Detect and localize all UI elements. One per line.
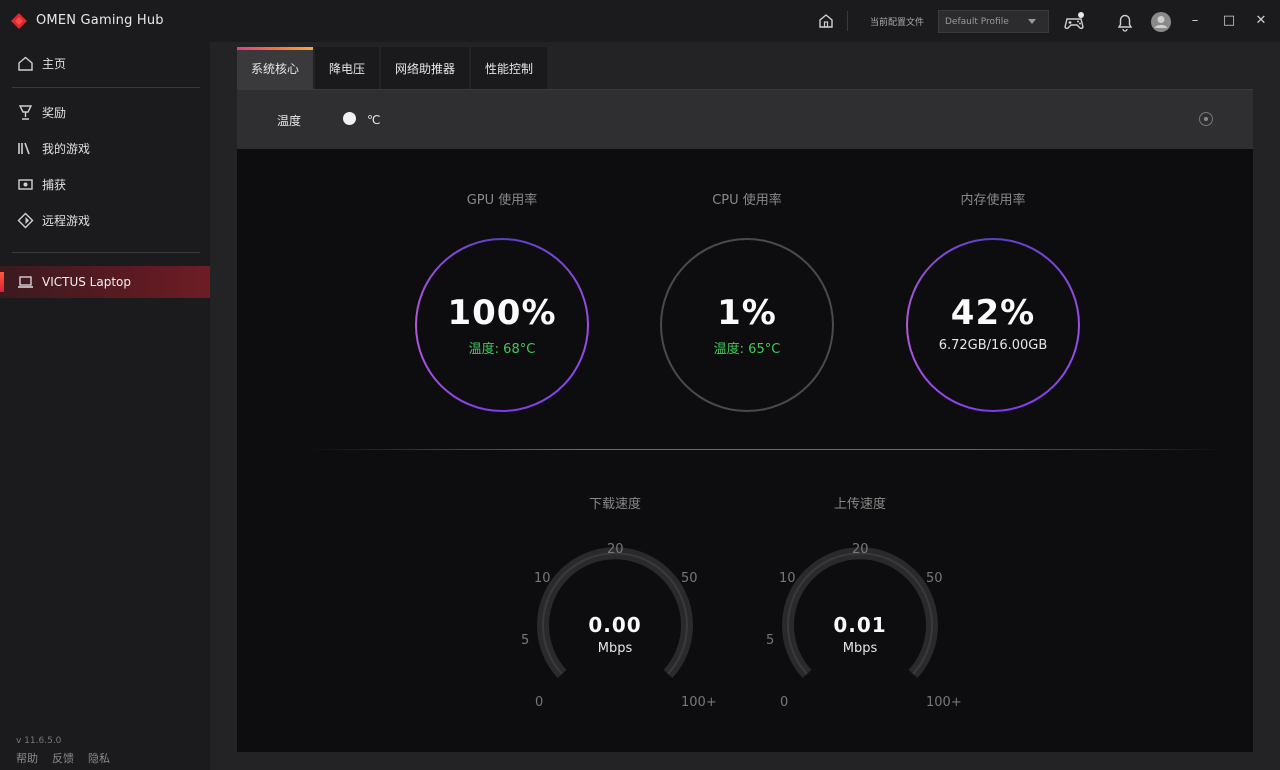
metric-temperature: 温度: 65°C <box>713 342 781 357</box>
chevron-down-icon <box>1028 19 1036 24</box>
remote-play-icon <box>17 212 34 228</box>
gauge-tick: 0 <box>535 695 544 710</box>
memory-amount: 6.72GB/16.00GB <box>938 338 1048 353</box>
gauge-tick: 100+ <box>926 695 962 710</box>
profile-value: Default Profile <box>945 16 1009 27</box>
gauge-title: 上传速度 <box>833 497 886 512</box>
minimize-button[interactable]: – <box>1186 12 1204 30</box>
avatar[interactable] <box>1150 11 1172 33</box>
tab-undervolt[interactable]: 降电压 <box>315 47 380 89</box>
gauge-tick: 10 <box>534 571 551 586</box>
temperature-label: 温度 <box>277 114 302 128</box>
temperature-unit: ℃ <box>367 113 381 127</box>
library-icon <box>18 142 30 154</box>
gauge-tick: 100+ <box>681 695 717 710</box>
title-bar: OMEN Gaming Hub 当前配置文件 Default Profile –… <box>0 0 1280 42</box>
gauge-unit: Mbps <box>597 641 633 656</box>
gpu-usage-ring: 100% 温度: 68°C <box>415 238 589 412</box>
home-icon[interactable] <box>817 12 835 30</box>
gauge-tick: 0 <box>780 695 789 710</box>
feedback-link[interactable]: 反馈 <box>52 750 74 766</box>
version-text: v 11.6.5.0 <box>16 736 62 746</box>
trophy-icon <box>18 104 33 120</box>
bell-icon[interactable] <box>1114 11 1136 33</box>
home-icon <box>18 56 33 71</box>
sidebar-item-rewards[interactable]: 奖励 <box>0 97 210 127</box>
help-link[interactable]: 帮助 <box>16 750 38 766</box>
metric-value: 1% <box>717 293 777 333</box>
sidebar-divider <box>12 87 200 88</box>
laptop-icon <box>18 276 33 288</box>
cpu-usage-ring: 1% 温度: 65°C <box>660 238 834 412</box>
maximize-button[interactable]: □ <box>1220 12 1238 30</box>
metric-title: 内存使用率 <box>960 193 1026 208</box>
metric-title: CPU 使用率 <box>712 193 782 208</box>
gauge-tick: 20 <box>852 542 869 557</box>
temperature-bar: 温度 ℃ <box>237 89 1253 149</box>
info-icon[interactable] <box>1199 112 1213 126</box>
gauge-tick: 50 <box>681 571 698 586</box>
gauge-value: 0.01 <box>833 613 887 637</box>
sidebar-item-remote-play[interactable]: 远程游戏 <box>0 205 210 235</box>
gamepad-icon[interactable] <box>1063 11 1085 33</box>
sidebar-item-label: 捕获 <box>42 177 67 192</box>
sidebar-item-my-games[interactable]: 我的游戏 <box>0 133 210 163</box>
close-button[interactable]: ✕ <box>1252 12 1270 30</box>
gauge-tick: 10 <box>779 571 796 586</box>
sidebar-item-label: 奖励 <box>42 105 67 120</box>
sidebar-item-device[interactable]: VICTUS Laptop <box>0 266 210 298</box>
tab-system-core[interactable]: 系统核心 <box>237 47 314 89</box>
gauge-unit: Mbps <box>842 641 878 656</box>
toggle-knob <box>343 112 356 125</box>
tab-bar: 系统核心 降电压 网络助推器 性能控制 <box>237 47 548 89</box>
metric-title: GPU 使用率 <box>466 193 538 208</box>
capture-icon <box>18 178 33 190</box>
tab-performance-control[interactable]: 性能控制 <box>471 47 548 89</box>
sidebar-divider <box>12 252 200 253</box>
gauge-tick: 50 <box>926 571 943 586</box>
sidebar-item-home[interactable]: 主页 <box>0 48 210 78</box>
privacy-link[interactable]: 隐私 <box>88 750 110 766</box>
gauge-title: 下载速度 <box>588 497 641 512</box>
profile-dropdown[interactable]: Default Profile <box>938 10 1049 33</box>
memory-usage-ring: 42% 6.72GB/16.00GB <box>906 238 1080 412</box>
active-indicator <box>0 272 4 292</box>
footer-links: 帮助 反馈 隐私 <box>16 750 110 766</box>
profile-label: 当前配置文件 <box>870 18 925 28</box>
device-label: VICTUS Laptop <box>42 275 131 289</box>
temperature-unit-toggle[interactable] <box>323 112 359 126</box>
app-title: OMEN Gaming Hub <box>36 13 164 28</box>
gauge-tick: 20 <box>607 542 624 557</box>
tab-network-booster[interactable]: 网络助推器 <box>381 47 470 89</box>
metrics-panel: GPU 使用率 100% 温度: 68°C CPU 使用率 1% 温度: 65°… <box>237 149 1253 752</box>
omen-logo-icon <box>11 13 27 29</box>
download-speed-gauge: 下载速度 0 5 10 20 50 100+ 0.00 Mbps <box>505 489 725 719</box>
sidebar-item-capture[interactable]: 捕获 <box>0 169 210 199</box>
sidebar-item-label: 主页 <box>42 56 67 71</box>
gauge-value: 0.00 <box>588 613 642 637</box>
metric-value: 42% <box>950 293 1036 333</box>
sidebar-item-label: 远程游戏 <box>42 213 91 228</box>
titlebar-divider <box>847 11 848 31</box>
sidebar: 主页 奖励 我的游戏 捕获 远程游戏 VICTUS Laptop v 11.6.… <box>0 42 210 770</box>
sidebar-item-label: 我的游戏 <box>42 141 91 156</box>
upload-speed-gauge: 上传速度 0 5 10 20 50 100+ 0.01 Mbps <box>750 489 970 719</box>
metric-value: 100% <box>447 293 557 333</box>
main-content: 系统核心 降电压 网络助推器 性能控制 温度 ℃ GPU 使用率 100% 温度… <box>210 42 1280 770</box>
metric-temperature: 温度: 68°C <box>468 342 536 357</box>
section-divider <box>307 449 1227 450</box>
